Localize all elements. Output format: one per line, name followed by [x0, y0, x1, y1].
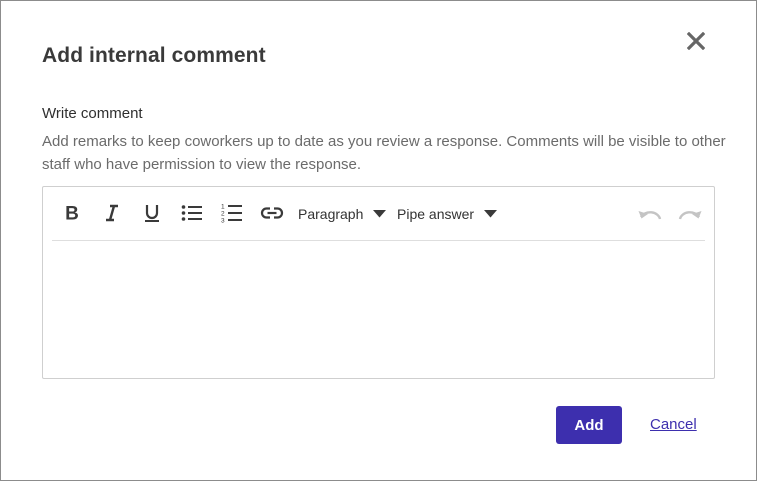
comment-text-area[interactable] [53, 247, 704, 372]
paragraph-format-dropdown[interactable]: Paragraph [298, 203, 387, 225]
editor-toolbar: B 1 2 3 Paragraph Pipe answer [52, 187, 705, 241]
underline-button[interactable] [140, 201, 164, 225]
comment-field-label: Write comment [42, 105, 143, 122]
numbered-list-icon: 1 2 3 [221, 204, 242, 225]
link-icon [260, 207, 284, 219]
undo-icon [638, 211, 662, 220]
svg-text:3: 3 [221, 218, 225, 225]
redo-button[interactable] [678, 201, 702, 225]
svg-text:B: B [65, 204, 79, 224]
rich-text-editor: B 1 2 3 Paragraph Pipe answer [42, 186, 715, 379]
svg-text:1: 1 [221, 204, 225, 211]
bullet-list-icon [181, 205, 202, 221]
italic-icon [106, 204, 118, 222]
undo-button[interactable] [638, 201, 662, 225]
cancel-link[interactable]: Cancel [650, 416, 697, 433]
link-button[interactable] [260, 201, 284, 225]
svg-text:2: 2 [221, 211, 225, 218]
numbered-list-button[interactable]: 1 2 3 [220, 201, 244, 225]
close-icon [687, 32, 705, 50]
add-button[interactable]: Add [556, 406, 622, 444]
pipe-answer-dropdown[interactable]: Pipe answer [397, 203, 498, 225]
redo-icon [678, 211, 702, 220]
chevron-down-icon [373, 210, 387, 218]
add-comment-dialog: Add internal comment Write comment Add r… [0, 0, 757, 481]
comment-field-help: Add remarks to keep coworkers up to date… [42, 133, 726, 173]
pipe-answer-label: Pipe answer [397, 206, 475, 222]
paragraph-format-label: Paragraph [298, 206, 364, 222]
bold-button[interactable]: B [60, 201, 84, 225]
bold-icon: B [65, 204, 79, 224]
italic-button[interactable] [100, 201, 124, 225]
dialog-title: Add internal comment [42, 44, 266, 67]
chevron-down-icon [484, 210, 498, 218]
close-button[interactable] [684, 29, 708, 53]
underline-icon [145, 205, 159, 222]
bullet-list-button[interactable] [180, 201, 204, 225]
